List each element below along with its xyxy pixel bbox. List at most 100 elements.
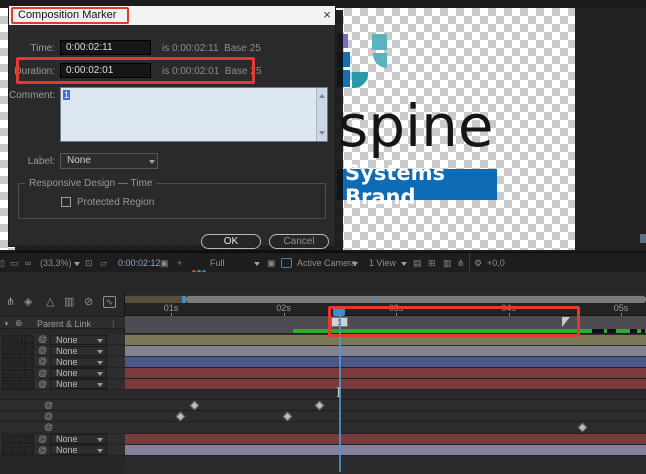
layer-row-controls[interactable]: @None (0, 445, 125, 456)
motion-blur-icon[interactable]: ▥ (64, 295, 74, 308)
layer-switch-cell[interactable] (13, 335, 23, 344)
frame-blend-icon[interactable]: △ (46, 295, 54, 308)
property-pickwhip-icon[interactable]: @ (44, 400, 53, 411)
snapshot-camera-icon[interactable]: ▣ (160, 253, 169, 273)
navigator-thumb[interactable] (186, 296, 646, 303)
pickwhip-icon[interactable]: @ (38, 356, 47, 367)
layer-duration-bar[interactable] (125, 434, 646, 444)
clipped-icon[interactable]: ▯ (0, 253, 5, 273)
parent-dropdown[interactable]: None (50, 335, 107, 345)
layer-duration-bar[interactable] (125, 335, 646, 345)
current-time-display[interactable]: 0:00:02:12 (118, 253, 161, 273)
layer-switch-cell[interactable] (2, 369, 12, 378)
monitor-icon[interactable]: ▭ (10, 253, 19, 273)
camera-view-dropdown[interactable]: Active Camera (297, 253, 356, 273)
layer-row-controls[interactable]: @ (0, 422, 125, 433)
layer-row-track[interactable] (125, 345, 646, 356)
pickwhip-icon[interactable]: @ (38, 334, 47, 345)
layer-row-track[interactable] (125, 368, 646, 379)
region-of-interest-icon[interactable]: ⊡ (85, 253, 93, 273)
brainstorm-icon[interactable]: ⊘ (84, 295, 93, 308)
time-input[interactable]: 0:00:02:11 (60, 40, 151, 55)
comment-textarea[interactable]: 1 (60, 87, 328, 142)
keyframe-diamond[interactable] (190, 400, 200, 410)
marker-duration-bar[interactable] (293, 329, 646, 333)
transparency-grid-icon[interactable]: ▱ (100, 253, 107, 273)
keyframe-diamond[interactable] (315, 400, 325, 410)
layer-row-track[interactable] (125, 411, 646, 422)
guides-icon[interactable] (281, 258, 292, 268)
draft-3d-icon[interactable]: ◈ (24, 295, 32, 308)
cancel-button[interactable]: Cancel (269, 234, 329, 249)
keyframe-diamond[interactable] (176, 412, 186, 422)
pickwhip-icon[interactable]: @ (38, 368, 47, 379)
layer-row-track[interactable] (125, 400, 646, 411)
scroll-up-icon[interactable] (319, 91, 325, 98)
parent-dropdown[interactable]: None (50, 346, 107, 356)
comment-scrollbar[interactable] (316, 88, 327, 141)
column-divider[interactable]: | (112, 318, 114, 328)
parent-dropdown[interactable]: None (50, 434, 107, 444)
layer-row-controls[interactable]: @None (0, 379, 125, 390)
time-ruler[interactable]: 01s02s03s04s05s (125, 303, 646, 316)
parent-dropdown[interactable]: None (50, 379, 107, 389)
spacer-row[interactable] (0, 390, 125, 400)
layer-row-track[interactable] (125, 356, 646, 367)
ok-button[interactable]: OK (201, 234, 261, 249)
mini-flowchart-icon[interactable]: ⋔ (6, 295, 15, 308)
navigator-marker[interactable] (375, 296, 378, 303)
composite-toggle-icon[interactable]: ◑ (3, 318, 8, 328)
timeline-button-icon[interactable]: ▤ (413, 253, 422, 273)
layer-row-controls[interactable]: @None (0, 434, 125, 445)
layer-switch-cell[interactable] (2, 435, 12, 444)
exposure-gear-icon[interactable]: ⚙ (474, 253, 482, 273)
zoom-level[interactable]: (33,3%) (40, 253, 72, 273)
layer-switch-cell[interactable] (2, 446, 12, 455)
quality-toggle-icon[interactable]: ⊛ (15, 318, 23, 329)
exposure-value[interactable]: +0,0 (487, 253, 505, 273)
layer-row-track[interactable] (125, 445, 646, 456)
label-dropdown[interactable]: None (60, 153, 158, 169)
layer-row-controls[interactable]: @ (0, 411, 125, 422)
layer-switch-cell[interactable] (13, 357, 23, 366)
close-icon[interactable]: × (319, 7, 335, 23)
dialog-titlebar[interactable]: Composition Marker × (9, 6, 335, 25)
layer-switch-cell[interactable] (13, 346, 23, 355)
layer-switch-cell[interactable] (2, 380, 12, 389)
pickwhip-icon[interactable]: @ (38, 345, 47, 356)
marker-duration-end-flag[interactable] (562, 317, 570, 327)
protected-region-checkbox[interactable] (61, 197, 71, 207)
layer-switch-cell[interactable] (13, 369, 23, 378)
parent-dropdown[interactable]: None (50, 368, 107, 378)
scroll-down-icon[interactable] (319, 131, 325, 138)
layer-switch-cell[interactable] (24, 446, 34, 455)
view-layout-dropdown[interactable]: 1 View (369, 253, 396, 273)
layer-duration-bar[interactable] (125, 368, 646, 378)
layer-duration-bar[interactable] (125, 445, 646, 455)
pickwhip-icon[interactable]: @ (38, 434, 47, 445)
3d-glasses-icon[interactable]: ∞ (25, 253, 31, 273)
property-pickwhip-icon[interactable]: @ (44, 411, 53, 422)
pickwhip-icon[interactable]: @ (38, 379, 47, 390)
layer-row-track[interactable] (125, 422, 646, 433)
channels-icon[interactable] (192, 261, 207, 267)
layer-switch-cell[interactable] (24, 346, 34, 355)
parent-dropdown[interactable]: None (50, 357, 107, 367)
layer-row-controls[interactable]: @ (0, 400, 125, 411)
layer-switch-cell[interactable] (13, 446, 23, 455)
playhead-handle[interactable] (333, 307, 345, 316)
layer-duration-bar[interactable] (125, 346, 646, 356)
property-pickwhip-icon[interactable]: @ (44, 422, 53, 433)
layer-switch-cell[interactable] (24, 357, 34, 366)
layer-switch-cell[interactable] (2, 335, 12, 344)
flowchart-icon[interactable]: ⋔ (457, 253, 465, 273)
layer-row-controls[interactable]: @None (0, 334, 125, 345)
layer-row-track[interactable] (125, 434, 646, 445)
keyframe-diamond[interactable] (283, 412, 293, 422)
layer-row-track[interactable] (125, 379, 646, 390)
layer-row-controls[interactable]: @None (0, 345, 125, 356)
3d-gizmo-icon[interactable]: + (177, 253, 182, 273)
layer-switch-cell[interactable] (24, 369, 34, 378)
duration-input[interactable]: 0:00:02:01 (60, 63, 151, 78)
layer-switch-cell[interactable] (2, 357, 12, 366)
